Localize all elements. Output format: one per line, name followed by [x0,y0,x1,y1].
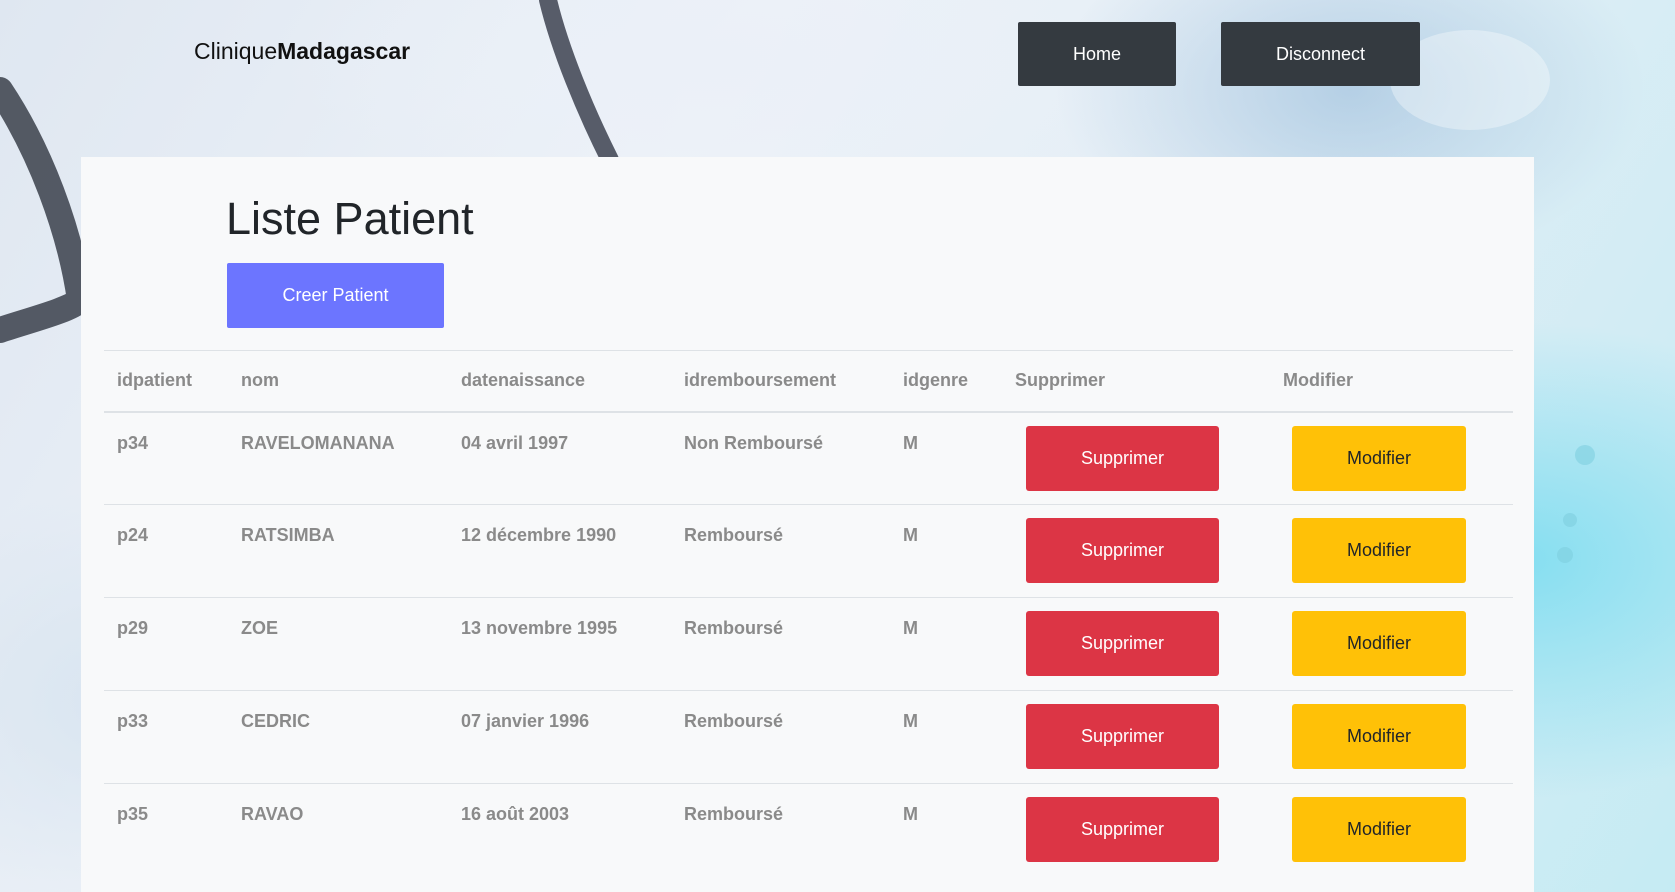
column-header-nom: nom [241,370,279,391]
cell-supprimer: Supprimer [1002,784,1270,877]
delete-button[interactable]: Supprimer [1026,425,1219,491]
top-navbar: CliniqueMadagascar Home Disconnect [0,0,1675,110]
cell-datenaissance: 04 avril 1997 [461,432,569,453]
edit-button[interactable]: Modifier [1292,704,1466,769]
brand-logo[interactable]: CliniqueMadagascar [194,38,410,65]
edit-button[interactable]: Modifier [1292,797,1466,862]
home-button[interactable]: Home [1018,22,1176,86]
cell-idgenre: M [903,525,918,545]
brand-name-regular: Clinique [194,38,278,64]
cell-modifier: Modifier [1270,784,1513,877]
column-header-datenaissance: datenaissance [461,370,586,391]
column-header-idgenre: idgenre [903,370,969,391]
cell-datenaissance: 07 janvier 1996 [461,711,590,731]
cell-idremboursement: Remboursé [684,618,784,638]
content-panel: Liste Patient Creer Patient idpatient no… [81,157,1534,892]
table-row: p24 RATSIMBA 12 décembre 1990 Remboursé … [104,505,1513,598]
cell-idremboursement: Remboursé [684,525,784,545]
cell-supprimer: Supprimer [1002,412,1270,505]
table-header-row: idpatient nom datenaissance idremboursem… [104,350,1513,412]
cell-nom: RAVAO [241,804,304,824]
cell-idgenre: M [903,432,918,453]
edit-button[interactable]: Modifier [1292,425,1466,491]
cell-datenaissance: 13 novembre 1995 [461,618,618,638]
delete-button[interactable]: Supprimer [1026,611,1219,676]
delete-button[interactable]: Supprimer [1026,704,1219,769]
cell-idgenre: M [903,711,918,731]
cell-supprimer: Supprimer [1002,505,1270,598]
cell-supprimer: Supprimer [1002,598,1270,691]
cell-idgenre: M [903,804,918,824]
create-patient-button[interactable]: Creer Patient [227,263,444,328]
cell-idpatient: p29 [117,618,149,638]
cell-modifier: Modifier [1270,691,1513,784]
table-row: p34 RAVELOMANANA 04 avril 1997 Non Rembo… [104,412,1513,505]
column-header-supprimer: Supprimer [1015,370,1106,391]
cell-idpatient: p35 [117,804,149,824]
edit-button[interactable]: Modifier [1292,611,1466,676]
cell-supprimer: Supprimer [1002,691,1270,784]
cell-modifier: Modifier [1270,598,1513,691]
column-header-idremboursement: idremboursement [684,370,837,391]
cell-datenaissance: 16 août 2003 [461,804,570,824]
brand-name-bold: Madagascar [277,38,411,64]
cell-nom: RATSIMBA [241,525,335,545]
table-row: p29 ZOE 13 novembre 1995 Remboursé M Sup… [104,598,1513,691]
page-title: Liste Patient [226,193,474,244]
cell-idpatient: p33 [117,711,149,731]
table-row: p35 RAVAO 16 août 2003 Remboursé M Suppr… [104,784,1513,877]
delete-button[interactable]: Supprimer [1026,797,1219,862]
cell-idpatient: p34 [117,432,149,453]
delete-button[interactable]: Supprimer [1026,518,1219,583]
cell-datenaissance: 12 décembre 1990 [461,525,617,545]
cell-idpatient: p24 [117,525,149,545]
cell-modifier: Modifier [1270,505,1513,598]
cell-nom: ZOE [241,618,279,638]
edit-button[interactable]: Modifier [1292,518,1466,583]
column-header-modifier: Modifier [1283,370,1353,391]
disconnect-button[interactable]: Disconnect [1221,22,1420,86]
cell-modifier: Modifier [1270,412,1513,505]
column-header-idpatient: idpatient [117,370,192,391]
cell-idremboursement: Remboursé [684,804,784,824]
cell-idremboursement: Non Remboursé [684,432,824,453]
cell-idremboursement: Remboursé [684,711,784,731]
cell-idgenre: M [903,618,918,638]
patient-table: idpatient nom datenaissance idremboursem… [104,350,1513,877]
table-row: p33 CEDRIC 07 janvier 1996 Remboursé M S… [104,691,1513,784]
cell-nom: RAVELOMANANA [241,432,395,453]
cell-nom: CEDRIC [241,711,311,731]
